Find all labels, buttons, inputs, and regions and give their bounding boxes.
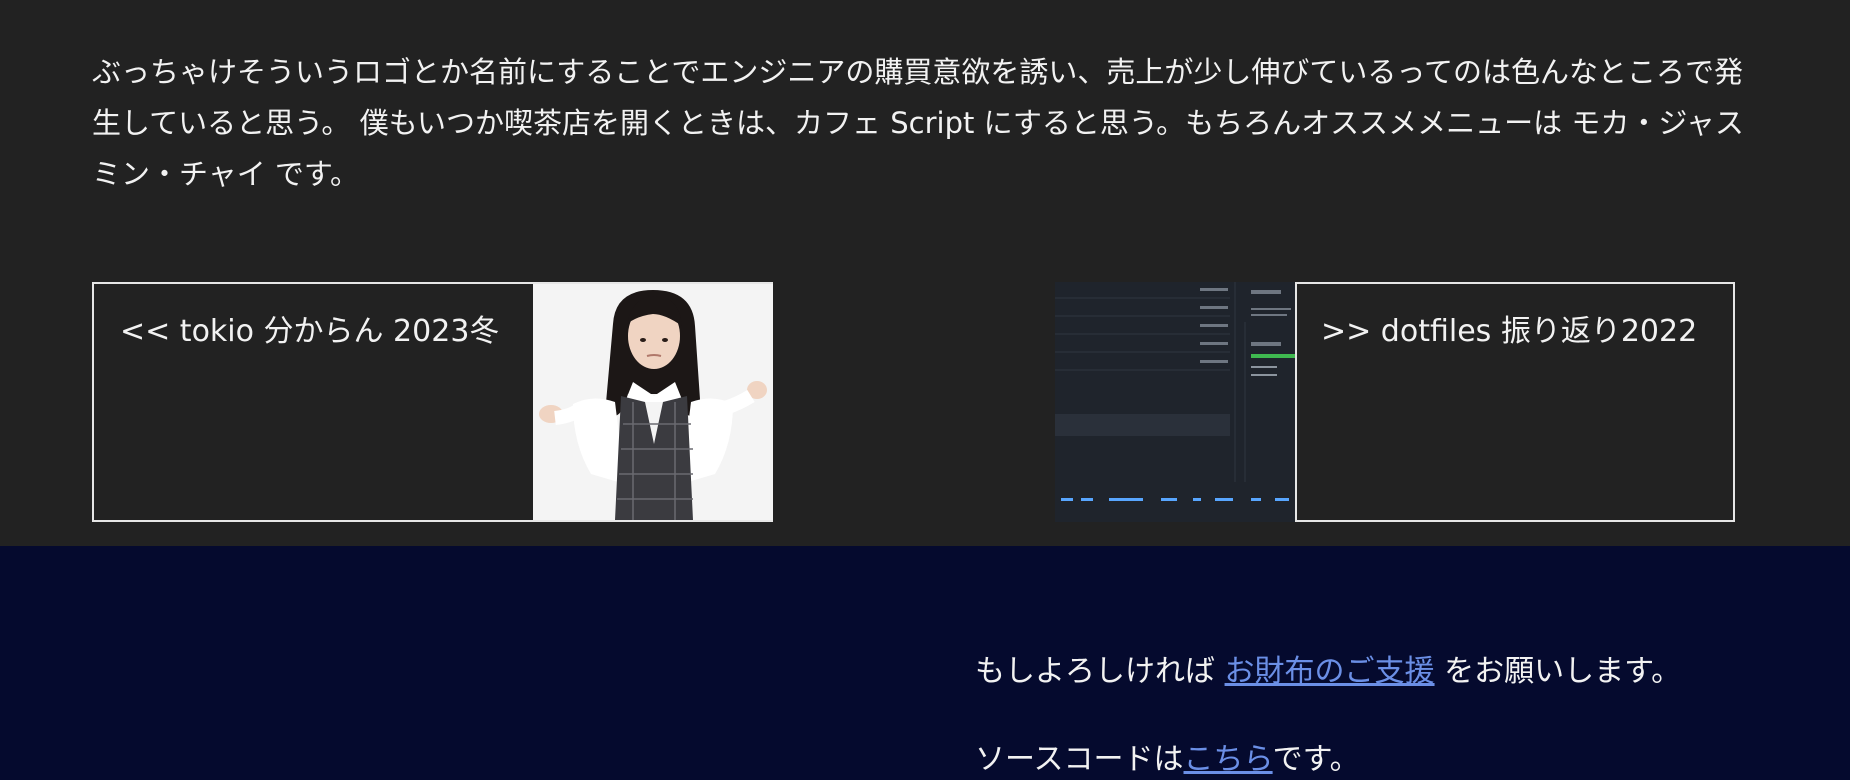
source-code-link[interactable]: こちら — [1184, 742, 1273, 777]
footer: もしよろしければ お財布のご支援 をお願いします。 ソースコードはこちらです。 — [0, 546, 1850, 780]
prev-post-link[interactable]: << tokio 分からん 2023冬 — [92, 282, 773, 522]
next-post-link[interactable]: >> dotfiles 振り返り2022 — [1295, 282, 1735, 522]
donate-link[interactable]: お財布のご支援 — [1225, 654, 1435, 689]
next-post-thumbnail — [1055, 282, 1295, 522]
article-paragraph: ぶっちゃけそういうロゴとか名前にすることでエンジニアの購買意欲を誘い、売上が少し… — [92, 55, 1744, 191]
donate-line: もしよろしければ お財布のご支援 をお願いします。 — [975, 652, 1681, 692]
donate-prefix: もしよろしければ — [975, 654, 1225, 689]
donate-suffix: をお願いします。 — [1434, 654, 1682, 689]
prev-post-label: << tokio 分からん 2023冬 — [120, 314, 500, 349]
next-post-label: >> dotfiles 振り返り2022 — [1321, 314, 1698, 349]
source-suffix: です。 — [1272, 742, 1360, 777]
prev-post-thumbnail — [533, 284, 773, 520]
source-prefix: ソースコードは — [975, 742, 1184, 777]
source-line: ソースコードはこちらです。 — [975, 740, 1360, 780]
article-section: ぶっちゃけそういうロゴとか名前にすることでエンジニアの購買意欲を誘い、売上が少し… — [0, 0, 1850, 546]
